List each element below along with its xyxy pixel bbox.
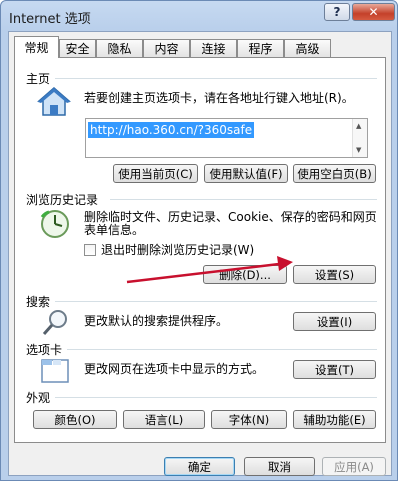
history-settings-button[interactable]: 设置(S) <box>293 265 376 284</box>
url-scrollbar[interactable]: ▲ ▼ <box>352 119 367 157</box>
tab-advanced[interactable]: 高级 <box>284 39 331 57</box>
accessibility-button[interactable]: 辅助功能(E) <box>293 410 376 429</box>
search-magnifier-icon <box>42 310 67 335</box>
tab-general[interactable]: 常规 <box>14 36 59 58</box>
tabs-description: 更改网页在选项卡中显示的方式。 <box>84 362 265 376</box>
home-icon <box>37 87 71 116</box>
delete-on-exit-label[interactable]: 退出时删除浏览历史记录(W) <box>101 243 254 258</box>
tab-content[interactable]: 内容 <box>143 39 190 57</box>
delete-history-button[interactable]: 删除(D)... <box>203 265 287 284</box>
home-url-textarea[interactable]: http://hao.360.cn/?360safe ▲ ▼ <box>85 118 368 158</box>
help-button[interactable]: ? <box>324 3 350 21</box>
home-section-label: 主页 <box>26 72 51 86</box>
history-clock-icon <box>40 210 69 238</box>
scroll-down-icon: ▼ <box>356 146 362 154</box>
title-bar[interactable]: Internet 选项 ? ✕ <box>1 1 399 31</box>
appearance-section-label: 外观 <box>26 391 51 405</box>
cancel-button[interactable]: 取消 <box>244 457 315 476</box>
ok-button[interactable]: 确定 <box>164 457 235 476</box>
search-section-divider <box>55 301 377 302</box>
search-settings-button[interactable]: 设置(I) <box>293 312 376 331</box>
appearance-section-divider <box>55 397 377 398</box>
home-section-divider <box>55 78 377 79</box>
close-button[interactable]: ✕ <box>352 3 395 21</box>
tab-connections[interactable]: 连接 <box>190 39 237 57</box>
history-description-line2: 表单信息。 <box>84 223 145 237</box>
general-panel: 主页 若要创建主页选项卡，请在各地址行键入地址(R)。 http://hao.3… <box>14 57 386 443</box>
history-section-label: 浏览历史记录 <box>26 193 99 207</box>
fonts-button[interactable]: 字体(N) <box>211 410 287 429</box>
history-section-divider <box>110 199 377 200</box>
internet-options-window: Internet 选项 ? ✕ 常规 安全 隐私 内容 连接 程序 高级 主页 … <box>0 0 398 481</box>
colors-button[interactable]: 颜色(O) <box>33 410 117 429</box>
tab-security[interactable]: 安全 <box>59 39 96 57</box>
tabs-window-icon <box>41 359 69 383</box>
dialog-client: 常规 安全 隐私 内容 连接 程序 高级 主页 若要创建主页选项卡，请在各地址行… <box>8 31 392 476</box>
use-blank-button[interactable]: 使用空白页(B) <box>293 164 376 183</box>
search-description: 更改默认的搜索提供程序。 <box>84 314 229 328</box>
window-title: Internet 选项 <box>9 12 91 27</box>
use-current-button[interactable]: 使用当前页(C) <box>113 164 198 183</box>
languages-button[interactable]: 语言(L) <box>123 410 205 429</box>
tabs-section-divider <box>67 349 377 350</box>
delete-on-exit-checkbox[interactable] <box>84 244 96 256</box>
tab-privacy[interactable]: 隐私 <box>96 39 143 57</box>
home-description: 若要创建主页选项卡，请在各地址行键入地址(R)。 <box>84 91 354 105</box>
apply-button[interactable]: 应用(A) <box>322 457 386 476</box>
tab-programs[interactable]: 程序 <box>237 39 284 57</box>
home-url-value: http://hao.360.cn/?360safe <box>88 122 255 138</box>
tabs-settings-button[interactable]: 设置(T) <box>293 360 376 379</box>
scroll-up-icon: ▲ <box>356 122 362 130</box>
use-default-button[interactable]: 使用默认值(F) <box>204 164 288 183</box>
